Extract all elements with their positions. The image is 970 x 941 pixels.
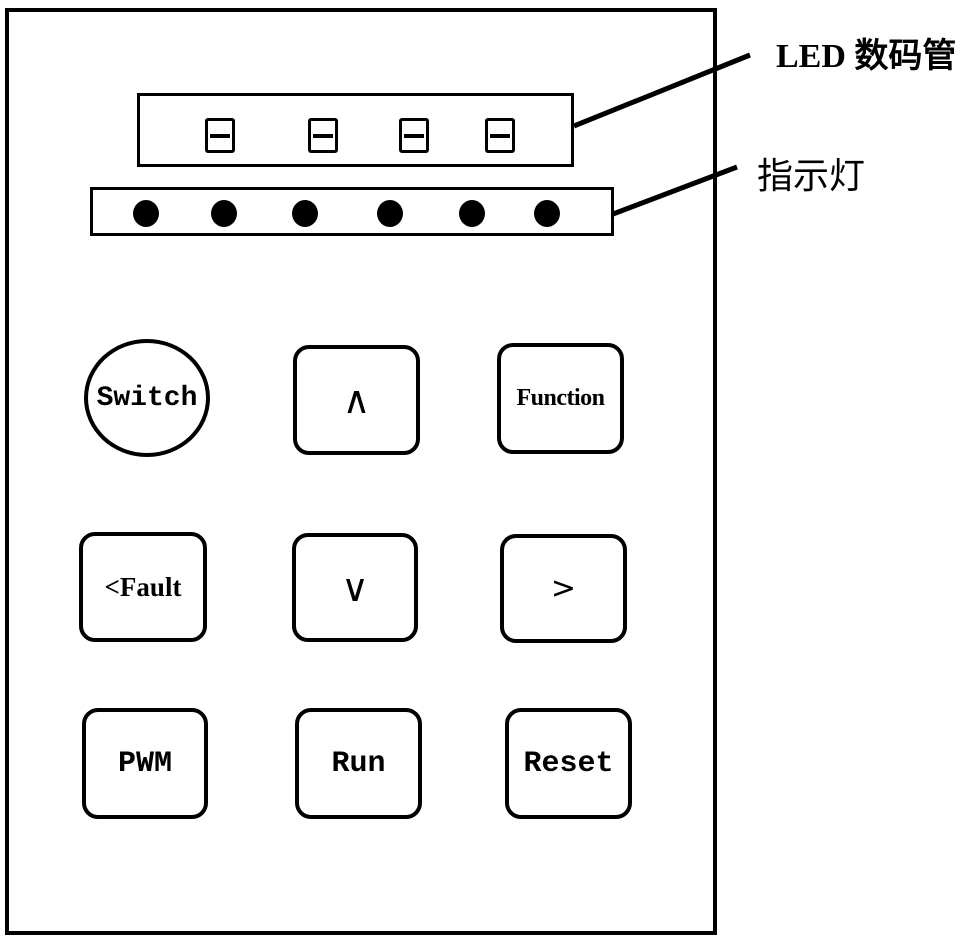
up-button[interactable]: ∧ bbox=[293, 345, 420, 455]
switch-button-label: Switch bbox=[96, 382, 198, 414]
fault-left-button[interactable]: <Fault bbox=[79, 532, 207, 642]
chevron-up-icon: ∧ bbox=[342, 378, 371, 422]
indicator-lights-label: 指示灯 bbox=[757, 156, 866, 197]
function-button-label: Function bbox=[516, 385, 605, 411]
down-button[interactable]: ∨ bbox=[292, 533, 418, 642]
fault-left-button-label: <Fault bbox=[104, 571, 182, 602]
right-button[interactable]: > bbox=[500, 534, 627, 643]
led-callout-line bbox=[573, 52, 751, 129]
reset-button[interactable]: Reset bbox=[505, 708, 632, 819]
pwm-button-label: PWM bbox=[117, 746, 172, 781]
reset-button-label: Reset bbox=[523, 746, 614, 781]
chevron-down-icon: ∨ bbox=[341, 565, 369, 610]
switch-button[interactable]: Switch bbox=[84, 339, 210, 457]
run-button-label: Run bbox=[331, 746, 386, 781]
chevron-right-icon: > bbox=[550, 570, 577, 606]
function-button[interactable]: Function bbox=[497, 343, 624, 454]
run-button[interactable]: Run bbox=[295, 708, 422, 819]
led-display-label: LED 数码管 bbox=[776, 38, 957, 75]
pwm-button[interactable]: PWM bbox=[82, 708, 208, 819]
indicator-callout-line bbox=[612, 164, 738, 217]
